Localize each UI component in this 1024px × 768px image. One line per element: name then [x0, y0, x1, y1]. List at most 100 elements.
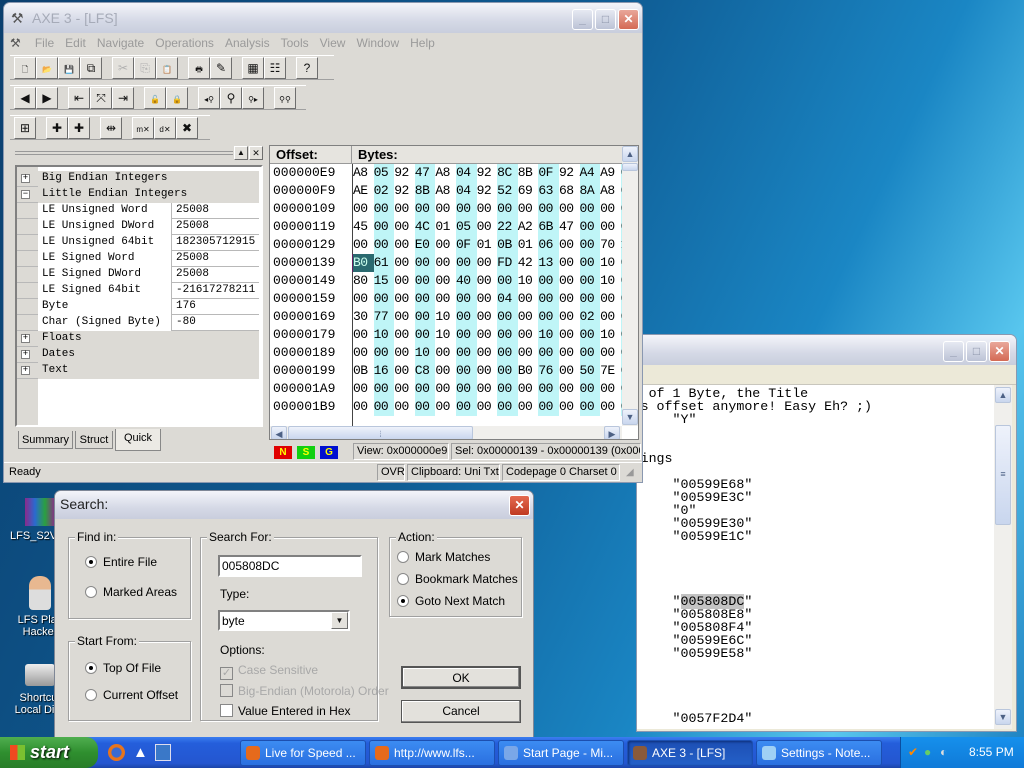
case-sensitive-checkbox[interactable]: ✓ Case Sensitive — [220, 663, 318, 680]
hex-byte[interactable]: 13 — [538, 254, 559, 272]
hex-byte[interactable]: 45 — [353, 218, 374, 236]
tree-row[interactable]: LE Unsigned Word 25008 — [17, 203, 259, 219]
hex-byte[interactable]: 00 — [477, 308, 498, 326]
new-file-button[interactable]: 🗋 — [14, 57, 36, 79]
hex-row[interactable] — [270, 416, 622, 426]
tray-icon-1[interactable]: ✔ — [908, 745, 918, 759]
hex-byte[interactable]: 00 — [394, 308, 415, 326]
hex-row[interactable]: 00000169 307700001000000000000002000 — [270, 308, 622, 326]
hex-byte[interactable]: 00 — [455, 200, 477, 218]
dialog-title-bar[interactable] — [55, 491, 533, 519]
hex-byte[interactable]: 00 — [518, 380, 539, 398]
hex-byte[interactable]: 10 — [414, 344, 436, 362]
hex-byte[interactable]: 00 — [373, 236, 395, 254]
delete-marks-button[interactable]: d✕ — [154, 117, 176, 139]
quick-launch-app-icon[interactable] — [155, 744, 171, 761]
minimize-button[interactable]: _ — [572, 9, 593, 30]
hex-byte[interactable]: 4C — [414, 218, 436, 236]
taskbar-button[interactable]: Start Page - Mi... — [498, 740, 624, 766]
hex-byte[interactable]: 00 — [579, 254, 601, 272]
chevron-down-icon[interactable]: ▼ — [331, 612, 348, 629]
tree-row[interactable]: Byte 176 — [17, 299, 259, 315]
hex-byte[interactable]: 00 — [353, 398, 374, 416]
hex-byte[interactable]: 00 — [477, 272, 498, 290]
row-bytes[interactable]: 4500004C01050022A26B4700000 — [353, 218, 622, 236]
hex-byte[interactable]: 80 — [353, 272, 374, 290]
hex-byte[interactable]: 01 — [518, 236, 539, 254]
copy-button[interactable]: ⎘ — [134, 57, 156, 79]
hex-byte[interactable]: 10 — [373, 326, 395, 344]
hex-byte[interactable]: 00 — [435, 290, 456, 308]
hex-byte[interactable]: 00 — [353, 236, 374, 254]
tab-struct[interactable]: Struct — [75, 431, 113, 449]
expand-icon[interactable]: + — [21, 366, 30, 375]
save-all-button[interactable]: ⧉ — [80, 57, 102, 79]
hex-byte[interactable]: 00 — [353, 290, 374, 308]
hex-byte[interactable]: 30 — [353, 308, 374, 326]
hex-byte[interactable]: 00 — [559, 200, 580, 218]
hex-byte[interactable]: 10 — [600, 254, 621, 272]
clear-marks-button[interactable]: ✖ — [176, 117, 198, 139]
hex-byte[interactable]: 92 — [559, 164, 580, 182]
hex-byte[interactable]: 00 — [559, 344, 580, 362]
hex-byte[interactable]: 06 — [538, 236, 559, 254]
hex-byte[interactable]: 00 — [394, 236, 415, 254]
hex-byte[interactable]: 00 — [559, 254, 580, 272]
hex-row[interactable]: 00000109 000000000000000000000000000 — [270, 200, 622, 218]
hex-byte[interactable]: 00 — [538, 344, 559, 362]
scroll-left-button[interactable]: ◀ — [271, 426, 287, 439]
tree-view-button[interactable]: ⊞ — [14, 117, 36, 139]
hex-byte[interactable]: 00 — [559, 236, 580, 254]
tree-group[interactable]: + Text — [17, 363, 259, 379]
calculator-button[interactable]: ▦ — [242, 57, 264, 79]
hex-byte[interactable]: 8B — [518, 164, 539, 182]
taskbar-button[interactable]: AXE 3 - [LFS] — [627, 740, 753, 766]
hex-byte[interactable]: 05 — [455, 218, 477, 236]
big-endian-checkbox[interactable]: Big-Endian (Motorola) Order — [220, 684, 389, 698]
hex-byte[interactable]: 00 — [455, 344, 477, 362]
hex-byte[interactable]: 00 — [394, 290, 415, 308]
hex-byte[interactable]: 00 — [497, 272, 518, 290]
hex-byte[interactable]: 00 — [518, 308, 539, 326]
hex-byte[interactable]: 00 — [435, 362, 456, 380]
lock-button[interactable]: 🔓 — [144, 87, 166, 109]
scroll-up-button[interactable]: ▲ — [622, 146, 638, 162]
hex-byte[interactable]: 00 — [455, 398, 477, 416]
hex-row[interactable]: 000001A9 000000000000000000000000000 — [270, 380, 622, 398]
hex-byte[interactable]: 00 — [435, 236, 456, 254]
hex-byte[interactable]: 00 — [600, 218, 621, 236]
hex-byte[interactable]: 00 — [518, 200, 539, 218]
row-bytes[interactable]: 000000100000000000000000000 — [353, 344, 622, 362]
hex-byte[interactable]: 0F — [455, 236, 477, 254]
scroll-thumb[interactable]: ≡ — [995, 425, 1011, 525]
print-button[interactable]: 🖶 — [188, 57, 210, 79]
hex-row[interactable]: 00000189 000000100000000000000000000 — [270, 344, 622, 362]
hex-byte[interactable]: 04 — [455, 164, 477, 182]
hex-byte[interactable]: 00 — [414, 326, 436, 344]
help-button[interactable]: ? — [296, 57, 318, 79]
hex-byte[interactable]: 00 — [559, 290, 580, 308]
hex-byte[interactable]: 00 — [600, 308, 621, 326]
hex-byte[interactable]: 00 — [579, 398, 601, 416]
hex-byte[interactable]: 10 — [538, 326, 559, 344]
hex-row[interactable]: 00000139 B0610000000000FD42130000100 — [270, 254, 622, 272]
find-all-button[interactable]: ⚲⚲ — [274, 87, 296, 109]
hex-byte[interactable]: 04 — [497, 290, 518, 308]
hex-byte[interactable]: 68 — [559, 182, 580, 200]
menu-tools[interactable]: Tools — [281, 36, 309, 50]
tab-summary[interactable]: Summary — [18, 431, 73, 449]
hex-byte[interactable]: 00 — [538, 200, 559, 218]
hex-byte[interactable]: 00 — [414, 200, 436, 218]
hex-byte[interactable]: 6B — [538, 218, 559, 236]
jump-back-button[interactable]: ⇤ — [68, 87, 90, 109]
hex-byte[interactable]: 00 — [455, 326, 477, 344]
close-button[interactable]: ✕ — [618, 9, 639, 30]
panel-grip[interactable] — [15, 151, 233, 155]
jump-to-button[interactable]: ⤧ — [90, 87, 112, 109]
ok-button[interactable]: OK — [401, 666, 521, 689]
paste-button[interactable]: 📋 — [156, 57, 178, 79]
hex-byte[interactable]: 92 — [477, 164, 498, 182]
hex-byte[interactable]: A9 — [600, 164, 621, 182]
hex-byte[interactable]: 00 — [435, 380, 456, 398]
bookmark-matches-radio[interactable]: Bookmark Matches — [397, 572, 518, 586]
